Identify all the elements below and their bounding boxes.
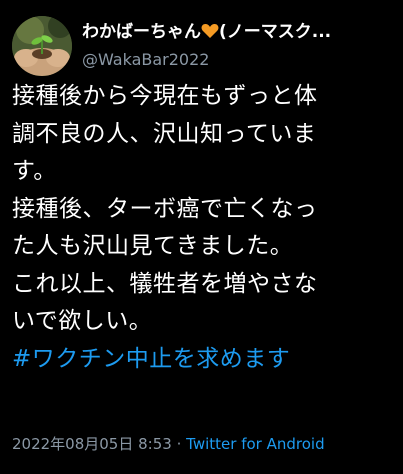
tweet-text-line: いで欲しい。	[12, 308, 153, 334]
display-name[interactable]: わかばーちゃん (ノーマスク...	[82, 21, 387, 43]
tweet-card: わかばーちゃん (ノーマスク... @WakaBar2022 接種後から今現在もず…	[0, 0, 403, 474]
avatar-hands-holding-sprout-icon	[12, 16, 72, 76]
tweet-text-line: た人も沢山見てきました。	[12, 233, 294, 259]
tweet-text-line: す。	[12, 158, 57, 184]
hashtag-link[interactable]: #ワクチン中止を求めます	[12, 341, 397, 379]
orange-heart-icon	[201, 23, 219, 39]
tweet-meta: 2022年08月05日 8:53 · Twitter for Android	[12, 434, 325, 454]
tweet-header: わかばーちゃん (ノーマスク... @WakaBar2022	[12, 16, 397, 76]
tweet-text-line: 接種後から今現在もずっと体	[12, 83, 318, 109]
tweet-body: 接種後から今現在もずっと体 調不良の人、沢山知っていま す。 接種後、ターボ癌で…	[12, 78, 397, 378]
user-handle[interactable]: @WakaBar2022	[82, 50, 209, 70]
meta-separator: ·	[176, 435, 182, 453]
tweet-text-line: 調不良の人、沢山知っていま	[12, 120, 317, 147]
tweet-text-line: 接種後、ターボ癌で亡くなっ	[12, 195, 318, 222]
display-name-tail: (ノーマスク...	[219, 22, 332, 42]
source-app-link[interactable]: Twitter for Android	[186, 435, 324, 453]
tweet-text-line: これ以上、犠牲者を増やさな	[12, 270, 318, 297]
display-name-text: わかばーちゃん	[82, 22, 201, 42]
avatar[interactable]	[12, 16, 72, 76]
timestamp[interactable]: 2022年08月05日 8:53	[12, 435, 172, 453]
